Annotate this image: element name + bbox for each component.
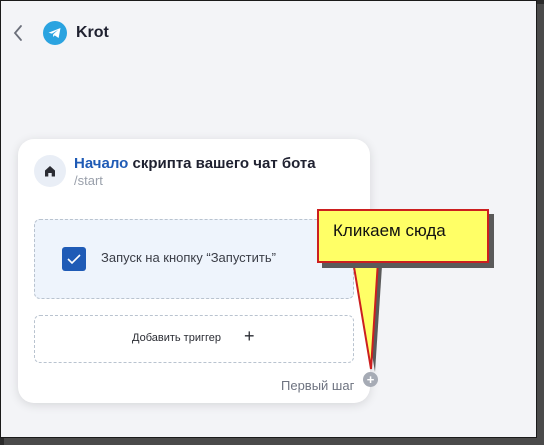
frame-shadow — [537, 4, 544, 445]
app-screen: Krot Начало скрипта вашего чат бота /sta… — [0, 0, 537, 438]
callout-text: Кликаем сюда — [333, 221, 446, 240]
frame-shadow — [4, 438, 544, 445]
annotation-callout: Кликаем сюда — [317, 209, 489, 263]
